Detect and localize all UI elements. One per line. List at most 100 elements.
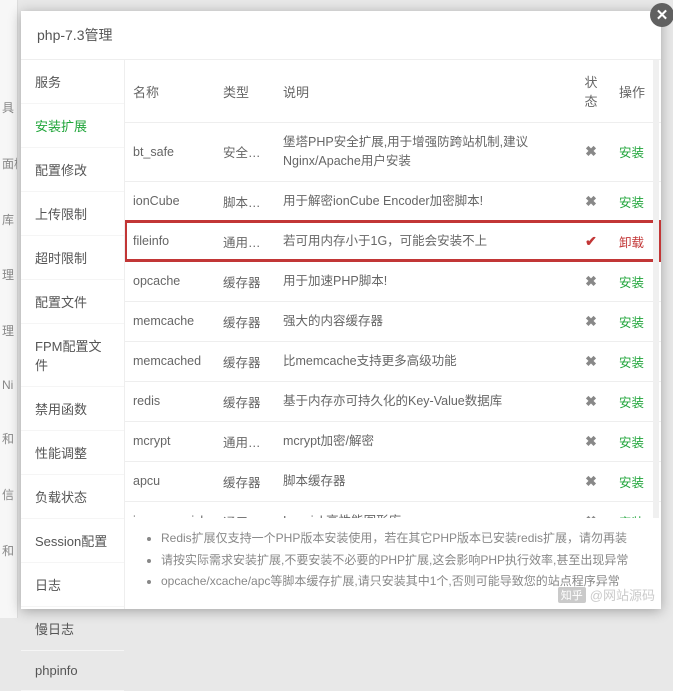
table-row: bt_safe安全扩展堡塔PHP安全扩展,用于增强防跨站机制,建议Nginx/A… — [125, 123, 661, 182]
cell-status: ✖ — [571, 461, 611, 501]
cell-desc: mcrypt加密/解密 — [275, 421, 571, 461]
sidebar-item-label: phpinfo — [35, 663, 78, 678]
sidebar-item-日志[interactable]: 日志 — [21, 563, 124, 607]
x-icon: ✖ — [585, 313, 597, 329]
cell-name: imagemagick — [125, 501, 215, 518]
sidebar-item-慢日志[interactable]: 慢日志 — [21, 607, 124, 651]
x-icon: ✖ — [585, 473, 597, 489]
sidebar-item-安装扩展[interactable]: 安装扩展 — [21, 104, 124, 148]
th-name: 名称 — [125, 60, 215, 123]
table-row: fileinfo通用扩展若可用内存小于1G，可能会安装不上✔卸载 — [125, 221, 661, 261]
cell-status: ✖ — [571, 381, 611, 421]
cell-name: apcu — [125, 461, 215, 501]
install-link[interactable]: 安装 — [619, 476, 644, 490]
x-icon: ✖ — [585, 273, 597, 289]
sidebar-item-配置修改[interactable]: 配置修改 — [21, 148, 124, 192]
sidebar-item-label: 性能调整 — [35, 446, 87, 461]
table-row: mcrypt通用扩展mcrypt加密/解密✖安装 — [125, 421, 661, 461]
cell-type: 缓存器 — [215, 301, 275, 341]
cell-name: memcache — [125, 301, 215, 341]
sidebar-item-服务[interactable]: 服务 — [21, 60, 124, 104]
cell-type: 缓存器 — [215, 261, 275, 301]
cell-type: 通用扩展 — [215, 421, 275, 461]
table-row: memcached缓存器比memcache支持更多高级功能✖安装 — [125, 341, 661, 381]
bg-sidebar-fragment: Ni — [0, 378, 17, 392]
uninstall-link[interactable]: 卸载 — [619, 236, 644, 250]
scrollbar[interactable] — [653, 60, 659, 518]
th-desc: 说明 — [275, 60, 571, 123]
sidebar-item-phpinfo[interactable]: phpinfo — [21, 651, 124, 691]
sidebar-item-性能调整[interactable]: 性能调整 — [21, 431, 124, 475]
cell-type: 通用扩展 — [215, 501, 275, 518]
sidebar-item-label: 配置修改 — [35, 163, 87, 178]
cell-status: ✖ — [571, 123, 611, 182]
table-row: opcache缓存器用于加速PHP脚本! ✖ 安装 — [125, 261, 661, 301]
bg-sidebar-fragment: 库 — [0, 211, 17, 228]
sidebar-item-label: Session配置 — [35, 534, 107, 549]
install-link[interactable]: 安装 — [619, 356, 644, 370]
sidebar-item-label: FPM配置文件 — [35, 339, 101, 373]
table-row: redis缓存器基于内存亦可持久化的Key-Value数据库✖安装 — [125, 381, 661, 421]
cell-status: ✖ — [571, 341, 611, 381]
bg-sidebar-fragment: 和 — [0, 542, 17, 559]
sidebar-item-label: 安装扩展 — [35, 119, 87, 134]
cell-desc: 基于内存亦可持久化的Key-Value数据库 — [275, 381, 571, 421]
th-type: 类型 — [215, 60, 275, 123]
sidebar-item-超时限制[interactable]: 超时限制 — [21, 236, 124, 280]
sidebar-item-label: 配置文件 — [35, 295, 87, 310]
cell-name: ionCube — [125, 181, 215, 221]
table-scroll-area[interactable]: 名称 类型 说明 状态 操作 bt_safe安全扩展堡塔PHP安全扩展,用于增强… — [125, 60, 661, 518]
install-link[interactable]: 安装 — [619, 276, 644, 290]
cell-type: 通用扩展 — [215, 221, 275, 261]
bg-sidebar-fragment: 理 — [0, 266, 17, 283]
cell-desc: 强大的内容缓存器 — [275, 301, 571, 341]
bg-sidebar-fragment: 和 — [0, 430, 17, 447]
install-link[interactable]: 安装 — [619, 396, 644, 410]
x-icon: ✖ — [585, 433, 597, 449]
th-status: 状态 — [571, 60, 611, 123]
sidebar-item-负载状态[interactable]: 负载状态 — [21, 475, 124, 519]
cell-type: 缓存器 — [215, 341, 275, 381]
note-item: Redis扩展仅支持一个PHP版本安装使用，若在其它PHP版本已安装redis扩… — [161, 528, 641, 550]
dialog: ✕ php-7.3管理 服务安装扩展配置修改上传限制超时限制配置文件FPM配置文… — [21, 11, 661, 609]
cell-type: 缓存器 — [215, 461, 275, 501]
sidebar-item-配置文件[interactable]: 配置文件 — [21, 280, 124, 324]
bg-sidebar-fragment: 理 — [0, 322, 17, 339]
table-row: imagemagick通用扩展Imagick高性能图形库✖安装 — [125, 501, 661, 518]
dialog-body: 服务安装扩展配置修改上传限制超时限制配置文件 FPM配置文件禁用函数性能调整负载状… — [21, 60, 661, 609]
sidebar-item-label: 禁用函数 — [35, 402, 87, 417]
x-icon: ✖ — [585, 193, 597, 209]
sidebar-item-label: 慢日志 — [35, 622, 74, 637]
install-link[interactable]: 安装 — [619, 196, 644, 210]
bg-sidebar-fragment: 面板 — [0, 155, 17, 172]
watermark: 知乎 @网站源码 — [558, 585, 655, 604]
install-link[interactable]: 安装 — [619, 146, 644, 160]
cell-name: fileinfo — [125, 221, 215, 261]
close-button[interactable]: ✕ — [650, 3, 673, 27]
cell-name: opcache — [125, 261, 215, 301]
close-icon: ✕ — [656, 6, 669, 24]
cell-desc: 堡塔PHP安全扩展,用于增强防跨站机制,建议Nginx/Apache用户安装 — [275, 123, 571, 182]
cell-status: ✖ — [571, 301, 611, 341]
sidebar-item-上传限制[interactable]: 上传限制 — [21, 192, 124, 236]
cell-desc: 用于加速PHP脚本! — [275, 261, 571, 301]
watermark-text: @网站源码 — [590, 585, 655, 604]
content-panel: 名称 类型 说明 状态 操作 bt_safe安全扩展堡塔PHP安全扩展,用于增强… — [125, 60, 661, 609]
sidebar-item-禁用函数[interactable]: 禁用函数 — [21, 387, 124, 431]
cell-desc: 用于解密ionCube Encoder加密脚本! — [275, 181, 571, 221]
sidebar-item-label: 上传限制 — [35, 207, 87, 222]
x-icon: ✖ — [585, 393, 597, 409]
install-link[interactable]: 安装 — [619, 516, 644, 519]
cell-status: ✖ — [571, 181, 611, 221]
x-icon: ✖ — [585, 513, 597, 519]
install-link[interactable]: 安装 — [619, 436, 644, 450]
cell-status: ✖ — [571, 501, 611, 518]
cell-type: 缓存器 — [215, 381, 275, 421]
bg-sidebar-fragment: 信 — [0, 486, 17, 503]
x-icon: ✖ — [585, 143, 597, 159]
sidebar-item-Session配置[interactable]: Session配置 — [21, 519, 124, 563]
install-link[interactable]: 安装 — [619, 316, 644, 330]
table-row: ionCube脚本解密用于解密ionCube Encoder加密脚本!✖安装 — [125, 181, 661, 221]
sidebar-item-FPM配置文件[interactable]: FPM配置文件 — [21, 324, 124, 387]
sidebar-item-label: 负载状态 — [35, 490, 87, 505]
